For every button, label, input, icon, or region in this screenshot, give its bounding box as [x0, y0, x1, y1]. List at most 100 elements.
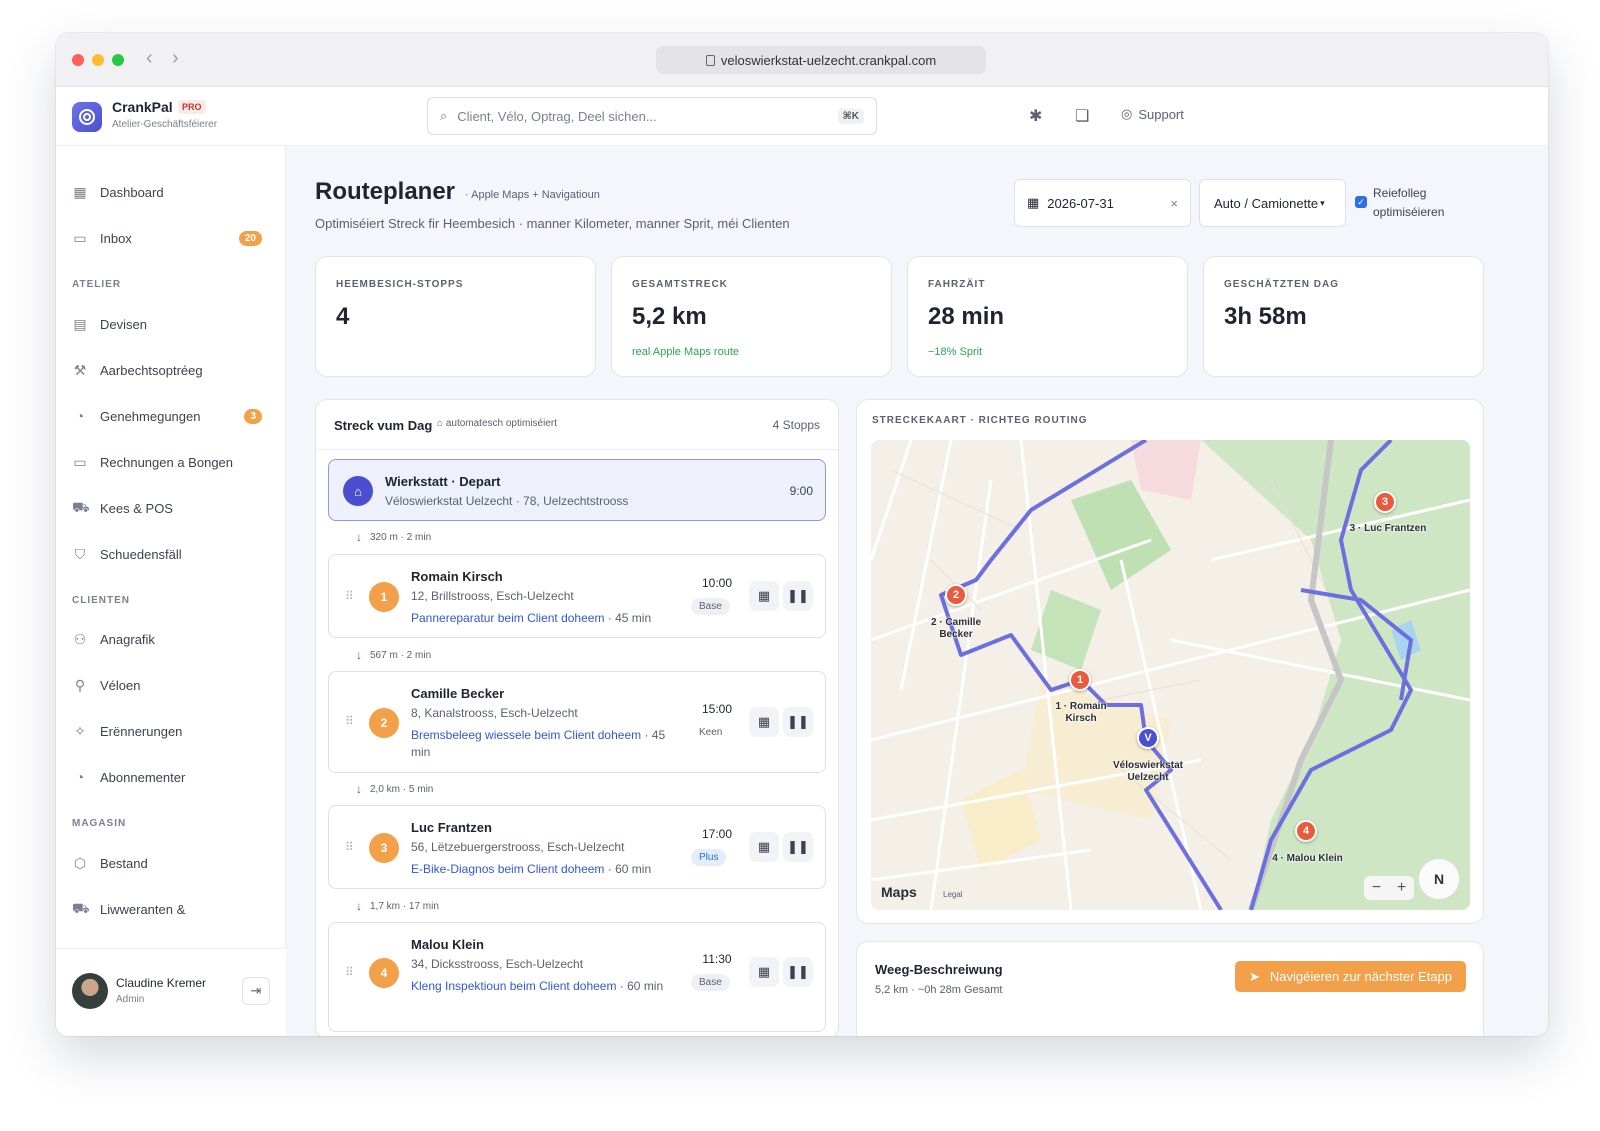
sidebar-item-dashboard[interactable]: ▦ Dashboard [72, 182, 262, 202]
task-link[interactable]: Bremsbeleeg wiessele beim Client doheem [411, 728, 641, 742]
browser-titlebar: ‹ › veloswierkstat-uelzecht.crankpal.com [56, 33, 1548, 87]
navigate-next-button[interactable]: ➤ Navigéieren zur nächster Etapp [1234, 961, 1466, 992]
box-icon: ⬡ [73, 854, 87, 871]
sidebar-item-erennerungen[interactable]: ✧ Erënnerungen [72, 721, 262, 741]
schedule-button[interactable]: ▦ [749, 581, 779, 611]
sidebar-item-liwweranten[interactable]: ⛟ Liwweranten & [72, 899, 262, 919]
date-picker[interactable]: ▦ 2026-07-31 × [1014, 179, 1191, 227]
date-value: 2026-07-31 [1047, 195, 1114, 211]
maximize-window-button[interactable] [112, 54, 124, 66]
book-icon[interactable]: ❏ [1075, 106, 1089, 126]
forward-arrow-icon[interactable]: › [172, 47, 179, 70]
home-icon: ⌂ [343, 476, 373, 506]
route-map[interactable]: 1 1 · Romain Kirsch 2 2 · Camille Becker 3… [871, 440, 1470, 910]
pause-button[interactable]: ❚❚ [783, 832, 813, 862]
sidebar-item-kees-pos[interactable]: ⛟ Kees & POS [72, 498, 262, 518]
compass-icon[interactable]: N [1418, 858, 1460, 900]
leg-info: ↓ 320 m · 2 min [356, 530, 432, 544]
address-bar[interactable]: veloswierkstat-uelzecht.crankpal.com [656, 46, 986, 74]
map-pin-4[interactable]: 4 [1295, 820, 1317, 842]
drag-handle-icon[interactable]: ⠿ [345, 589, 354, 603]
drag-handle-icon[interactable]: ⠿ [345, 714, 354, 728]
tier-badge: Plus [691, 849, 727, 866]
pause-button[interactable]: ❚❚ [783, 581, 813, 611]
pin-label-4: 4 · Malou Klein [1272, 853, 1343, 864]
tier-badge: Base [691, 598, 730, 615]
legal-link[interactable]: Legal [943, 890, 963, 899]
user-role: Admin [116, 994, 145, 1005]
sidebar-item-bestand[interactable]: ⬡ Bestand [72, 853, 262, 873]
drag-handle-icon[interactable]: ⠿ [345, 840, 354, 854]
calendar-icon: ▦ [757, 588, 771, 603]
document-icon: ▤ [73, 315, 87, 332]
pause-icon: ❚❚ [787, 964, 809, 979]
stop-row-3[interactable]: ⠿ 3 Luc Frantzen 56, Lëtzebuergerstrooss… [328, 805, 826, 889]
search-input[interactable]: ⌕ Client, Vélo, Optrag, Deel sichen... ⌘… [427, 97, 877, 135]
schedule-button[interactable]: ▦ [749, 957, 779, 987]
sidebar-item-rechnungen[interactable]: ▭ Rechnungen a Bongen [72, 452, 262, 472]
optimize-checkbox[interactable]: ✓ [1355, 196, 1367, 208]
support-button[interactable]: ◎ Support [1121, 106, 1184, 122]
sidebar-item-devisen[interactable]: ▤ Devisen [72, 314, 262, 334]
sidebar-item-genehmegungen[interactable]: ◔ Genehmegungen 3 [72, 406, 262, 426]
bike-icon: ⚲ [74, 676, 86, 693]
sidebar-item-inbox[interactable]: ▭ Inbox 20 [72, 228, 262, 248]
drag-handle-icon[interactable]: ⠿ [345, 965, 354, 979]
calendar-icon: ▦ [757, 714, 771, 729]
receipt-icon: ▭ [73, 453, 87, 470]
vehicle-select[interactable]: Auto / Camionette ▾ [1199, 179, 1346, 227]
close-window-button[interactable] [72, 54, 84, 66]
route-map-card: STRECKEKAART · RICHTEG ROUTING 1 1 · Rom… [856, 399, 1484, 924]
task-link[interactable]: Kleng Inspektioun beim Client doheem [411, 979, 616, 993]
section-atelier: ATELIER [72, 279, 122, 290]
zoom-in-icon[interactable]: + [1397, 879, 1406, 897]
schedule-button[interactable]: ▦ [749, 707, 779, 737]
task-link[interactable]: E-Bike-Diagnos beim Client doheem [411, 862, 604, 876]
calendar-icon: ▦ [757, 839, 771, 854]
sidebar-item-aarbechtsoptreeg[interactable]: ⚒ Aarbechtsoptréeg [72, 360, 262, 380]
map-pin-3[interactable]: 3 [1374, 491, 1396, 513]
stop-row-2[interactable]: ⠿ 2 Camille Becker 8, Kanalstrooss, Esch… [328, 671, 826, 773]
stop-row-1[interactable]: ⠿ 1 Romain Kirsch 12, Brillstrooss, Esch… [328, 554, 826, 638]
pro-badge: PRO [178, 100, 206, 114]
schedule-button[interactable]: ▦ [749, 832, 779, 862]
logout-button[interactable]: ⇥ [242, 977, 270, 1005]
section-magasin: MAGASIN [72, 818, 127, 829]
pin-label-2: 2 · Camille Becker [930, 617, 982, 640]
pin-label-3: 3 · Luc Frantzen [1349, 523, 1427, 534]
grid-icon: ▦ [73, 183, 87, 200]
minimize-window-button[interactable] [92, 54, 104, 66]
pause-button[interactable]: ❚❚ [783, 957, 813, 987]
map-pin-2[interactable]: 2 [945, 584, 967, 606]
optimize-order-toggle[interactable]: ✓ Reiefolleg optimiséieren [1355, 184, 1465, 222]
sidebar-item-anagrafik[interactable]: ⚇ Anagrafik [72, 629, 262, 649]
zoom-out-icon[interactable]: − [1372, 879, 1381, 897]
stop-row-4[interactable]: ⠿ 4 Malou Klein 34, Dicksstrooss, Esch-U… [328, 922, 826, 1032]
stop-number: 1 [369, 582, 399, 612]
arrow-down-icon: ↓ [356, 530, 362, 544]
sidebar-item-veloen[interactable]: ⚲ Véloen [72, 675, 262, 695]
sidebar-item-abonnementer[interactable]: ◔ Abonnementer [72, 767, 262, 787]
depot-row[interactable]: ⌂ Wierkstatt · Depart Véloswierkstat Uel… [328, 459, 826, 521]
map-pin-depot[interactable]: V [1137, 727, 1159, 749]
task-link[interactable]: Pannereparatur beim Client doheem [411, 611, 604, 625]
clear-date-icon[interactable]: × [1170, 196, 1178, 211]
crankpal-logo-icon[interactable] [72, 102, 102, 132]
stat-card-day-estimate: GESCHÄTZTEN DAG 3h 58m [1203, 256, 1484, 377]
inbox-badge: 20 [238, 230, 262, 246]
sidebar-item-schuedensfaell[interactable]: ⛉ Schuedensfäll [72, 544, 262, 564]
check-circle-icon: ◔ [75, 769, 85, 785]
browser-window: ‹ › veloswierkstat-uelzecht.crankpal.com… [56, 33, 1548, 1036]
navigation-arrow-icon: ➤ [1248, 968, 1260, 984]
back-arrow-icon[interactable]: ‹ [146, 47, 153, 70]
zoom-controls[interactable]: − + [1364, 876, 1414, 900]
map-pin-1[interactable]: 1 [1069, 669, 1091, 691]
pause-button[interactable]: ❚❚ [783, 707, 813, 737]
optimize-label: Reiefolleg optimiséieren [1373, 186, 1445, 219]
avatar[interactable] [72, 973, 108, 1009]
bug-icon[interactable]: ✱ [1029, 106, 1042, 126]
inbox-icon: ▭ [73, 229, 87, 246]
page-subtitle: Optimiséiert Streck fir Heembesich · man… [315, 216, 790, 231]
arrow-down-icon: ↓ [356, 648, 362, 662]
arrow-down-icon: ↓ [356, 782, 362, 796]
